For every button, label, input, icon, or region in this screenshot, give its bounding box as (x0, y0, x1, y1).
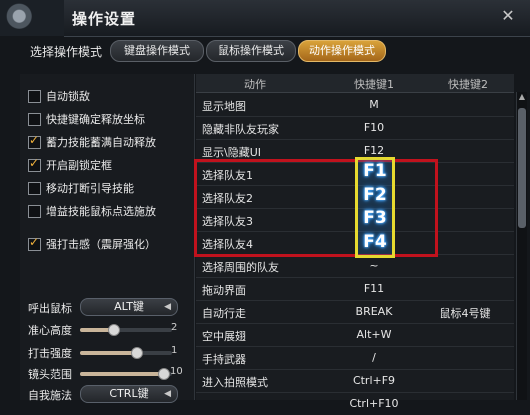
crosshair-height-slider[interactable] (80, 324, 172, 336)
hotkey-f3-label: F3 (363, 208, 387, 228)
scroll-up-icon[interactable]: ▲ (517, 92, 527, 104)
hotkey-f1-label: F1 (363, 161, 387, 181)
header-key2: 快捷键2 (448, 78, 488, 91)
tab-keyboard-mode[interactable]: 键盘操作模式 (110, 40, 204, 62)
table-row[interactable]: 拖动界面 F11 (196, 277, 514, 301)
hit-strength-slider[interactable] (80, 347, 172, 359)
hotkey-f2-label: F2 (363, 185, 387, 205)
slider-knob[interactable] (108, 324, 120, 336)
mode-label: 选择操作模式 (30, 45, 103, 59)
checkbox[interactable] (28, 156, 41, 172)
close-icon[interactable]: ✕ (498, 6, 518, 26)
checkbox[interactable] (28, 235, 41, 251)
table-row[interactable]: 显示地图 M (196, 93, 514, 117)
tab-action-mode[interactable]: 动作操作模式 (298, 40, 386, 62)
chevron-left-icon: ◀ (164, 302, 171, 312)
checkbox[interactable] (28, 113, 41, 126)
table-row[interactable]: 空中展翅 Alt+W (196, 323, 514, 347)
checkbox[interactable] (28, 90, 41, 103)
self-cast-dropdown[interactable]: CTRL键 ◀ (80, 385, 178, 403)
slider-fill (80, 372, 162, 376)
slider-knob[interactable] (158, 368, 170, 380)
camera-range-slider[interactable] (80, 368, 172, 380)
crosshair-height-value: 2 (171, 322, 178, 333)
slider-fill (80, 351, 135, 355)
table-row[interactable]: 进入拍照模式 Ctrl+F9 (196, 369, 514, 393)
slider-knob[interactable] (131, 347, 143, 359)
self-cast-label: 自我施法 (28, 389, 72, 402)
mode-selector: 选择操作模式 键盘操作模式 鼠标操作模式 动作操作模式 (18, 38, 530, 66)
call-mouse-dropdown[interactable]: ALT键 ◀ (80, 298, 178, 316)
title-bar: 操作设置 ✕ (64, 0, 530, 37)
table-scrollbar[interactable]: ▲ (516, 92, 527, 400)
options-panel: 自动锁敌 快捷键确定释放坐标 蓄力技能蓄满自动释放 开启副锁定框 移动打断引导技… (20, 74, 195, 403)
table-header: 动作 快捷键1 快捷键2 (196, 74, 514, 93)
camera-range-label: 镜头范围 (28, 368, 72, 381)
header-action: 动作 (244, 78, 266, 91)
header-key1: 快捷键1 (354, 78, 394, 91)
camera-range-value: 10 (170, 366, 183, 377)
table-row[interactable]: 手持武器 / (196, 346, 514, 370)
crosshair-height-label: 准心高度 (28, 324, 72, 337)
table-row[interactable]: Ctrl+F10 (196, 392, 514, 415)
checkbox[interactable] (28, 182, 41, 195)
call-mouse-label: 呼出鼠标 (28, 302, 72, 315)
table-row[interactable]: 自动行走 BREAK 鼠标4号键 (196, 300, 514, 324)
checkbox[interactable] (28, 205, 41, 218)
hotkey-f4-label: F4 (363, 232, 387, 252)
settings-window: 操作设置 ✕ 选择操作模式 键盘操作模式 鼠标操作模式 动作操作模式 自动锁敌 … (0, 0, 530, 410)
emblem-icon (0, 0, 65, 36)
window-title: 操作设置 (72, 10, 137, 28)
hit-strength-label: 打击强度 (28, 347, 72, 360)
scroll-thumb[interactable] (518, 108, 526, 228)
highlight-box-red (194, 159, 438, 257)
hit-strength-value: 1 (171, 345, 178, 356)
tab-mouse-mode[interactable]: 鼠标操作模式 (206, 40, 296, 62)
table-row[interactable]: 隐藏非队友玩家 F10 (196, 116, 514, 140)
checkbox[interactable] (28, 133, 41, 149)
